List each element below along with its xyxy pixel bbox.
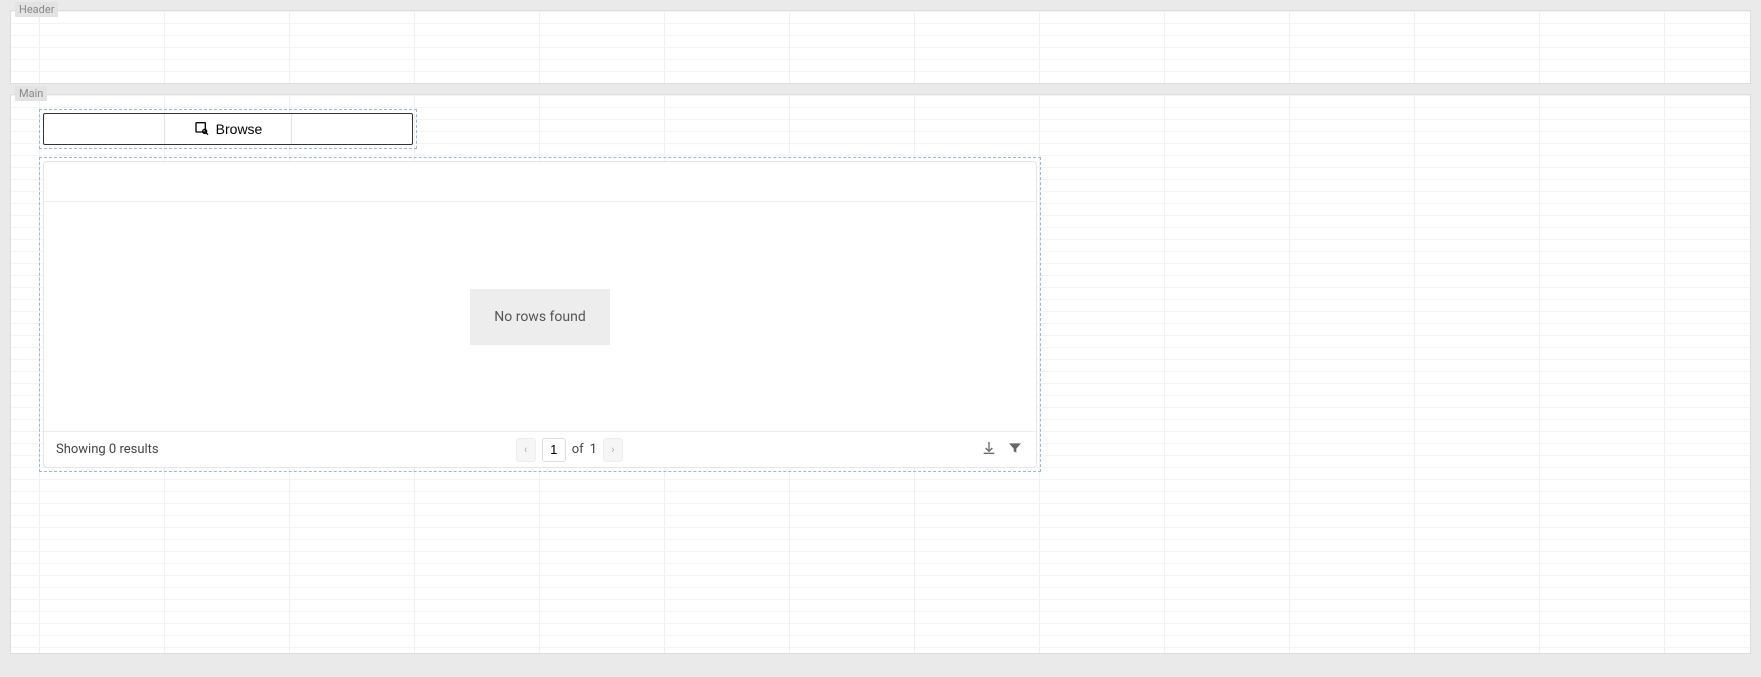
prev-page-button[interactable]: ‹ [516, 438, 536, 462]
browse-icon [194, 120, 210, 139]
header-section-tag: Header [15, 2, 58, 17]
pagination: ‹ of 1 › [516, 438, 623, 462]
download-button[interactable] [980, 441, 998, 459]
filter-button[interactable] [1006, 441, 1024, 459]
table-component-selection[interactable]: No rows found Showing 0 results ‹ of 1 › [39, 157, 1041, 472]
table-empty-state: No rows found [470, 289, 609, 345]
page-number-input[interactable] [542, 438, 566, 462]
results-count-label: Showing 0 results [56, 442, 159, 457]
browse-button-label: Browse [216, 121, 263, 137]
table-footer: Showing 0 results ‹ of 1 › [44, 431, 1036, 467]
page-total-label: 1 [590, 442, 597, 457]
filter-icon [1007, 440, 1023, 460]
chevron-right-icon: › [611, 443, 614, 456]
download-icon [981, 440, 997, 460]
header-canvas[interactable] [11, 11, 1750, 83]
main-canvas[interactable]: Browse No rows found Showing 0 results ‹ [11, 95, 1750, 653]
browse-component-selection[interactable]: Browse [39, 109, 417, 149]
main-section-tag: Main [15, 86, 47, 101]
browse-button[interactable]: Browse [43, 113, 413, 145]
page-of-label: of [572, 442, 584, 457]
table-header-row [44, 162, 1036, 202]
results-table: No rows found Showing 0 results ‹ of 1 › [43, 161, 1037, 468]
header-section: Header [10, 10, 1751, 84]
next-page-button[interactable]: › [603, 438, 623, 462]
main-section: Main Browse No rows found [10, 94, 1751, 654]
chevron-left-icon: ‹ [524, 443, 527, 456]
table-body: No rows found [44, 202, 1036, 431]
